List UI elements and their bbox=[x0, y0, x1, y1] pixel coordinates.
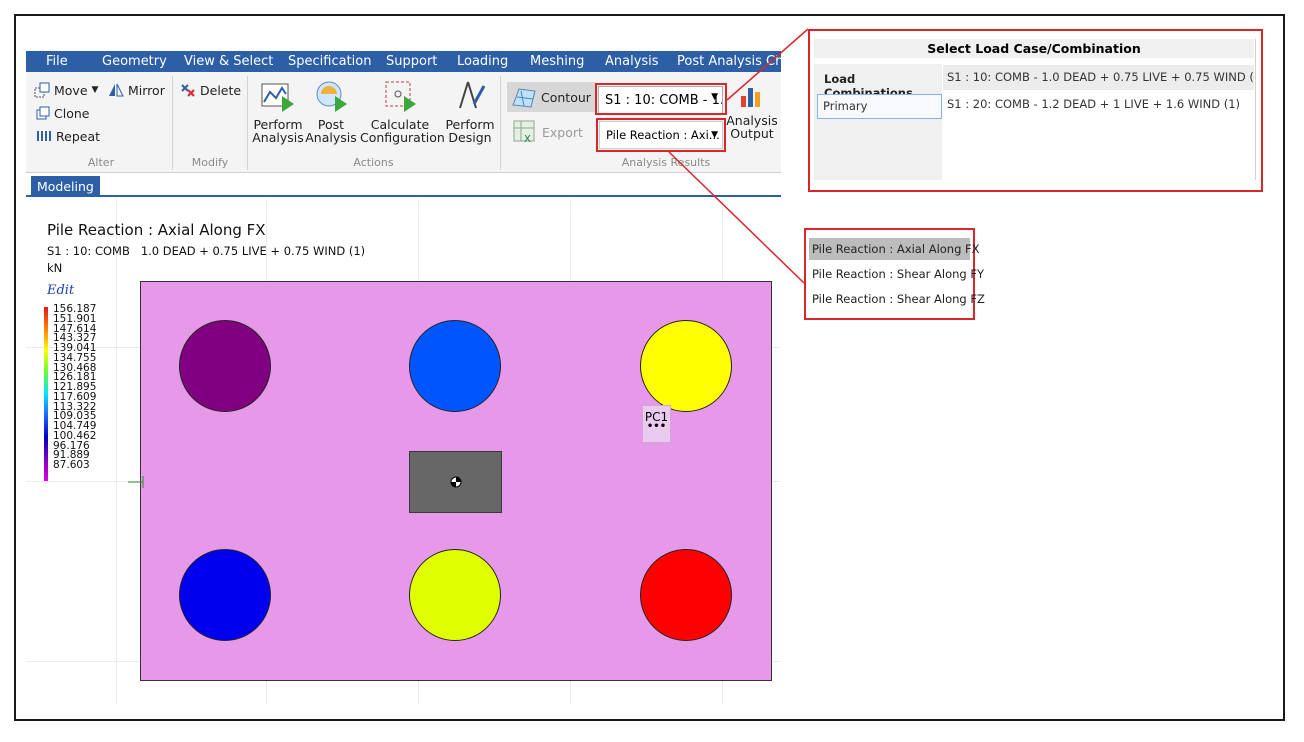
load-case-option[interactable]: S1 : 10: COMB - 1.0 DEAD + 0.75 LIVE + 0… bbox=[943, 65, 1254, 90]
export-icon: X bbox=[513, 120, 535, 145]
pile-top-left[interactable] bbox=[179, 320, 271, 412]
move-button[interactable]: Move ▼ bbox=[34, 80, 98, 100]
perform-analysis-icon bbox=[261, 83, 294, 112]
actions-group-label: Actions bbox=[353, 156, 394, 169]
menu-bar: File Geometry View & Select Specificatio… bbox=[26, 51, 781, 72]
mirror-icon bbox=[109, 83, 124, 97]
menu-geometry[interactable]: Geometry bbox=[102, 51, 167, 72]
load-case-popup-title: Select Load Case/Combination bbox=[814, 39, 1254, 58]
menu-loading[interactable]: Loading bbox=[457, 51, 508, 72]
pile-cap-label[interactable]: PC1 ••• bbox=[642, 405, 671, 443]
mirror-button[interactable]: Mirror bbox=[108, 80, 165, 100]
pile-bottom-left[interactable] bbox=[179, 549, 271, 641]
clone-label: Clone bbox=[54, 105, 90, 121]
analysis-output-label-2: Output bbox=[730, 126, 774, 141]
pile-bottom-middle[interactable] bbox=[409, 549, 501, 641]
contour-button[interactable]: Contour bbox=[507, 82, 595, 112]
result-type-option[interactable]: Pile Reaction : Shear Along FZ bbox=[809, 288, 985, 310]
load-case-highlight bbox=[595, 83, 727, 115]
edit-legend-link[interactable]: Edit bbox=[47, 283, 74, 298]
ribbon-separator bbox=[247, 76, 248, 170]
pile-bottom-right[interactable] bbox=[640, 549, 732, 641]
legend-value: 87.603 bbox=[53, 459, 90, 471]
post-analysis-label-2: Analysis bbox=[305, 130, 357, 145]
menu-support[interactable]: Support bbox=[386, 51, 437, 72]
popup-border bbox=[1255, 39, 1256, 180]
perform-analysis-button[interactable]: Perform Analysis bbox=[252, 78, 304, 144]
contour-label: Contour bbox=[541, 89, 591, 105]
perform-design-label-2: Design bbox=[448, 130, 492, 145]
analysis-results-group-label: Analysis Results bbox=[621, 156, 711, 169]
result-type-popup: Pile Reaction : Axial Along FX Pile Reac… bbox=[804, 228, 985, 320]
perform-design-button[interactable]: Perform Design bbox=[444, 78, 496, 144]
menu-post-analysis[interactable]: Post Analysis Chec bbox=[677, 51, 781, 72]
menu-file[interactable]: File bbox=[46, 51, 68, 72]
analysis-output-icon bbox=[741, 88, 760, 107]
tab-modeling[interactable]: Modeling bbox=[31, 176, 100, 197]
repeat-icon bbox=[37, 131, 51, 141]
calculate-configuration-icon bbox=[385, 81, 416, 112]
color-legend-values: 156.187 151.901 147.614 143.327 139.041 … bbox=[53, 304, 96, 471]
delete-label: Delete bbox=[200, 82, 242, 98]
delete-button[interactable]: Delete bbox=[180, 80, 241, 100]
perform-analysis-label-2: Analysis bbox=[252, 130, 304, 145]
menu-analysis[interactable]: Analysis bbox=[605, 51, 659, 72]
tab-strip: Modeling bbox=[26, 175, 781, 197]
centroid-icon bbox=[450, 476, 462, 488]
load-case-popup: Select Load Case/Combination Load Combin… bbox=[808, 29, 1263, 192]
pile-cap[interactable]: PC1 ••• bbox=[140, 281, 772, 681]
graphics-view[interactable]: Pile Reaction : Axial Along FX S1 : 10: … bbox=[26, 199, 781, 704]
post-analysis-button[interactable]: Post Analysis bbox=[305, 78, 357, 144]
pile-top-middle[interactable] bbox=[409, 320, 501, 412]
clone-button[interactable]: Clone bbox=[36, 103, 89, 123]
result-type-option[interactable]: Pile Reaction : Shear Along FY bbox=[809, 263, 984, 285]
ribbon-separator bbox=[172, 76, 173, 170]
axis-origin-icon bbox=[128, 476, 144, 488]
ribbon-separator bbox=[500, 76, 501, 170]
more-icon: ••• bbox=[646, 421, 667, 432]
export-label: Export bbox=[542, 124, 583, 140]
calculate-configuration-label-2: Configuration bbox=[360, 130, 445, 145]
export-button[interactable]: X Export bbox=[512, 120, 583, 145]
move-icon bbox=[34, 82, 50, 98]
column[interactable] bbox=[409, 451, 502, 513]
perform-design-icon bbox=[459, 81, 486, 109]
load-case-category-panel: Load Combinations Primary bbox=[814, 64, 942, 180]
repeat-label: Repeat bbox=[56, 128, 101, 144]
analysis-output-button[interactable]: Analysis Output bbox=[726, 80, 778, 140]
color-legend-bar bbox=[44, 307, 48, 481]
calculate-configuration-button[interactable]: Calculate Configuration bbox=[360, 78, 445, 145]
primary-category[interactable]: Primary bbox=[817, 94, 942, 119]
menu-view-select[interactable]: View & Select bbox=[184, 51, 273, 72]
menu-specification[interactable]: Specification bbox=[288, 51, 371, 72]
result-unit: kN bbox=[47, 261, 63, 275]
clone-icon bbox=[36, 106, 50, 120]
modify-group-label: Modify bbox=[191, 156, 229, 169]
menu-meshing[interactable]: Meshing bbox=[530, 51, 584, 72]
delete-icon bbox=[181, 84, 195, 97]
result-title: Pile Reaction : Axial Along FX bbox=[47, 221, 266, 239]
pile-top-right[interactable] bbox=[640, 320, 732, 412]
load-case-option[interactable]: S1 : 20: COMB - 1.2 DEAD + 1 LIVE + 1.6 … bbox=[943, 92, 1254, 117]
grid-line bbox=[116, 199, 117, 704]
result-type-option[interactable]: Pile Reaction : Axial Along FX bbox=[809, 238, 980, 260]
move-dropdown-icon: ▼ bbox=[91, 85, 99, 95]
svg-text:X: X bbox=[524, 134, 531, 145]
mirror-label: Mirror bbox=[128, 82, 165, 98]
contour-icon bbox=[512, 88, 536, 108]
result-type-highlight bbox=[596, 118, 726, 152]
alter-group-label: Alter bbox=[87, 156, 115, 169]
result-load-case: S1 : 10: COMB 1.0 DEAD + 0.75 LIVE + 0.7… bbox=[47, 244, 366, 258]
post-analysis-icon bbox=[316, 81, 347, 112]
repeat-button[interactable]: Repeat bbox=[36, 126, 100, 146]
move-label: Move bbox=[54, 82, 88, 98]
